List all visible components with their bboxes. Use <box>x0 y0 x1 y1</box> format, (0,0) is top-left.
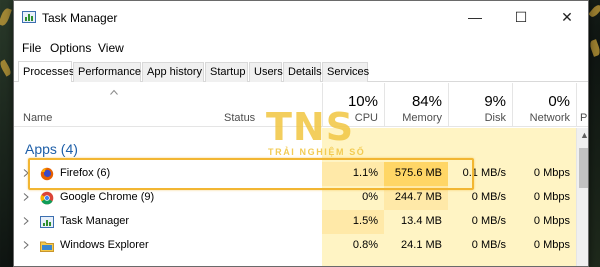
network-label: Network <box>529 112 570 124</box>
wallpaper-leaf <box>588 39 600 57</box>
memory-total: 84% <box>411 93 442 110</box>
explorer-icon <box>40 241 54 252</box>
menu-options[interactable]: Options <box>50 41 91 55</box>
column-cpu[interactable]: 10% CPU <box>322 83 384 127</box>
tab-users[interactable]: Users <box>249 62 283 82</box>
close-icon: ✕ <box>561 8 573 25</box>
chevron-right-icon[interactable] <box>23 169 29 177</box>
column-status[interactable]: Status <box>224 112 255 124</box>
process-list: Apps (4) Firefox (6) 1.1% 575.6 MB 0.1 M… <box>14 128 576 266</box>
tab-bar: Processes Performance App history Startu… <box>14 61 588 82</box>
cpu-value: 0.8% <box>352 239 378 251</box>
memory-value: 575.6 MB <box>384 162 448 186</box>
column-memory[interactable]: 84% Memory <box>384 83 448 127</box>
memory-value: 24.1 MB <box>401 239 442 251</box>
column-power-label: P <box>580 112 588 124</box>
task-manager-icon <box>40 216 54 228</box>
minimize-button[interactable]: — <box>452 1 498 33</box>
column-header: Name Status 10% CPU 84% Memory 9% Disk 0… <box>14 83 588 127</box>
menu-view[interactable]: View <box>98 41 124 55</box>
network-total: 0% <box>548 93 570 110</box>
wallpaper-leaf <box>0 7 12 27</box>
network-value: 0 Mbps <box>533 215 570 227</box>
tab-services[interactable]: Services <box>322 62 369 82</box>
scroll-thumb[interactable] <box>579 148 588 188</box>
disk-value: 0 MB/s <box>471 215 506 227</box>
memory-value: 244.7 MB <box>384 186 448 210</box>
cpu-value: 1.1% <box>322 162 384 186</box>
vertical-scrollbar[interactable]: ▲ <box>576 128 588 266</box>
chevron-right-icon[interactable] <box>23 241 29 249</box>
close-button[interactable]: ✕ <box>544 1 588 33</box>
chevron-right-icon[interactable] <box>23 193 29 201</box>
column-name[interactable]: Name <box>23 112 52 124</box>
cpu-label: CPU <box>354 112 378 124</box>
column-disk[interactable]: 9% Disk <box>448 83 512 127</box>
process-row-firefox[interactable]: Firefox (6) 1.1% 575.6 MB 0.1 MB/s 0 Mbp… <box>14 162 576 186</box>
process-name: Firefox (6) <box>60 167 111 179</box>
chevron-right-icon[interactable] <box>23 217 29 225</box>
tab-app-history[interactable]: App history <box>142 62 204 82</box>
maximize-icon: ☐ <box>514 8 528 25</box>
tab-processes[interactable]: Processes <box>18 61 74 82</box>
tab-details[interactable]: Details <box>283 62 322 82</box>
column-network[interactable]: 0% Network <box>512 83 576 127</box>
minimize-icon: — <box>468 9 482 25</box>
network-value: 0 Mbps <box>533 191 570 203</box>
process-row-task-manager[interactable]: Task Manager 1.5% 13.4 MB 0 MB/s 0 Mbps <box>14 210 576 234</box>
chrome-icon <box>40 191 54 205</box>
cpu-total: 10% <box>347 93 378 110</box>
process-row-windows-explorer[interactable]: Windows Explorer 0.8% 24.1 MB 0 MB/s 0 M… <box>14 234 576 258</box>
wallpaper-leaf <box>588 3 600 19</box>
menu-file[interactable]: File <box>22 41 41 55</box>
disk-value: 0 MB/s <box>471 191 506 203</box>
window-title: Task Manager <box>42 11 118 25</box>
tab-startup[interactable]: Startup <box>205 62 248 82</box>
process-name: Windows Explorer <box>60 239 149 251</box>
tab-performance[interactable]: Performance <box>73 62 141 82</box>
scroll-up-icon[interactable]: ▲ <box>580 130 588 140</box>
disk-total: 9% <box>484 93 506 110</box>
task-manager-app-icon <box>22 11 36 23</box>
process-name: Task Manager <box>60 215 130 227</box>
network-value: 0 Mbps <box>533 239 570 251</box>
wallpaper-leaf <box>0 59 13 77</box>
network-value: 0 Mbps <box>533 167 570 179</box>
cpu-value: 0% <box>362 191 378 203</box>
disk-value: 0.1 MB/s <box>462 167 506 179</box>
process-row-chrome[interactable]: Google Chrome (9) 0% 244.7 MB 0 MB/s 0 M… <box>14 186 576 210</box>
maximize-button[interactable]: ☐ <box>498 1 544 33</box>
firefox-icon <box>40 167 54 181</box>
disk-label: Disk <box>484 112 506 124</box>
title-bar[interactable]: Task Manager — ☐ ✕ <box>14 1 588 33</box>
sort-up-icon[interactable] <box>110 89 118 95</box>
task-manager-window: Task Manager — ☐ ✕ File Options View Pro… <box>13 0 589 267</box>
process-name: Google Chrome (9) <box>60 191 155 203</box>
memory-value: 13.4 MB <box>401 215 442 227</box>
memory-label: Memory <box>402 112 442 124</box>
disk-value: 0 MB/s <box>471 239 506 251</box>
cpu-value: 1.5% <box>322 210 384 234</box>
group-apps-title: Apps (4) <box>25 141 78 157</box>
